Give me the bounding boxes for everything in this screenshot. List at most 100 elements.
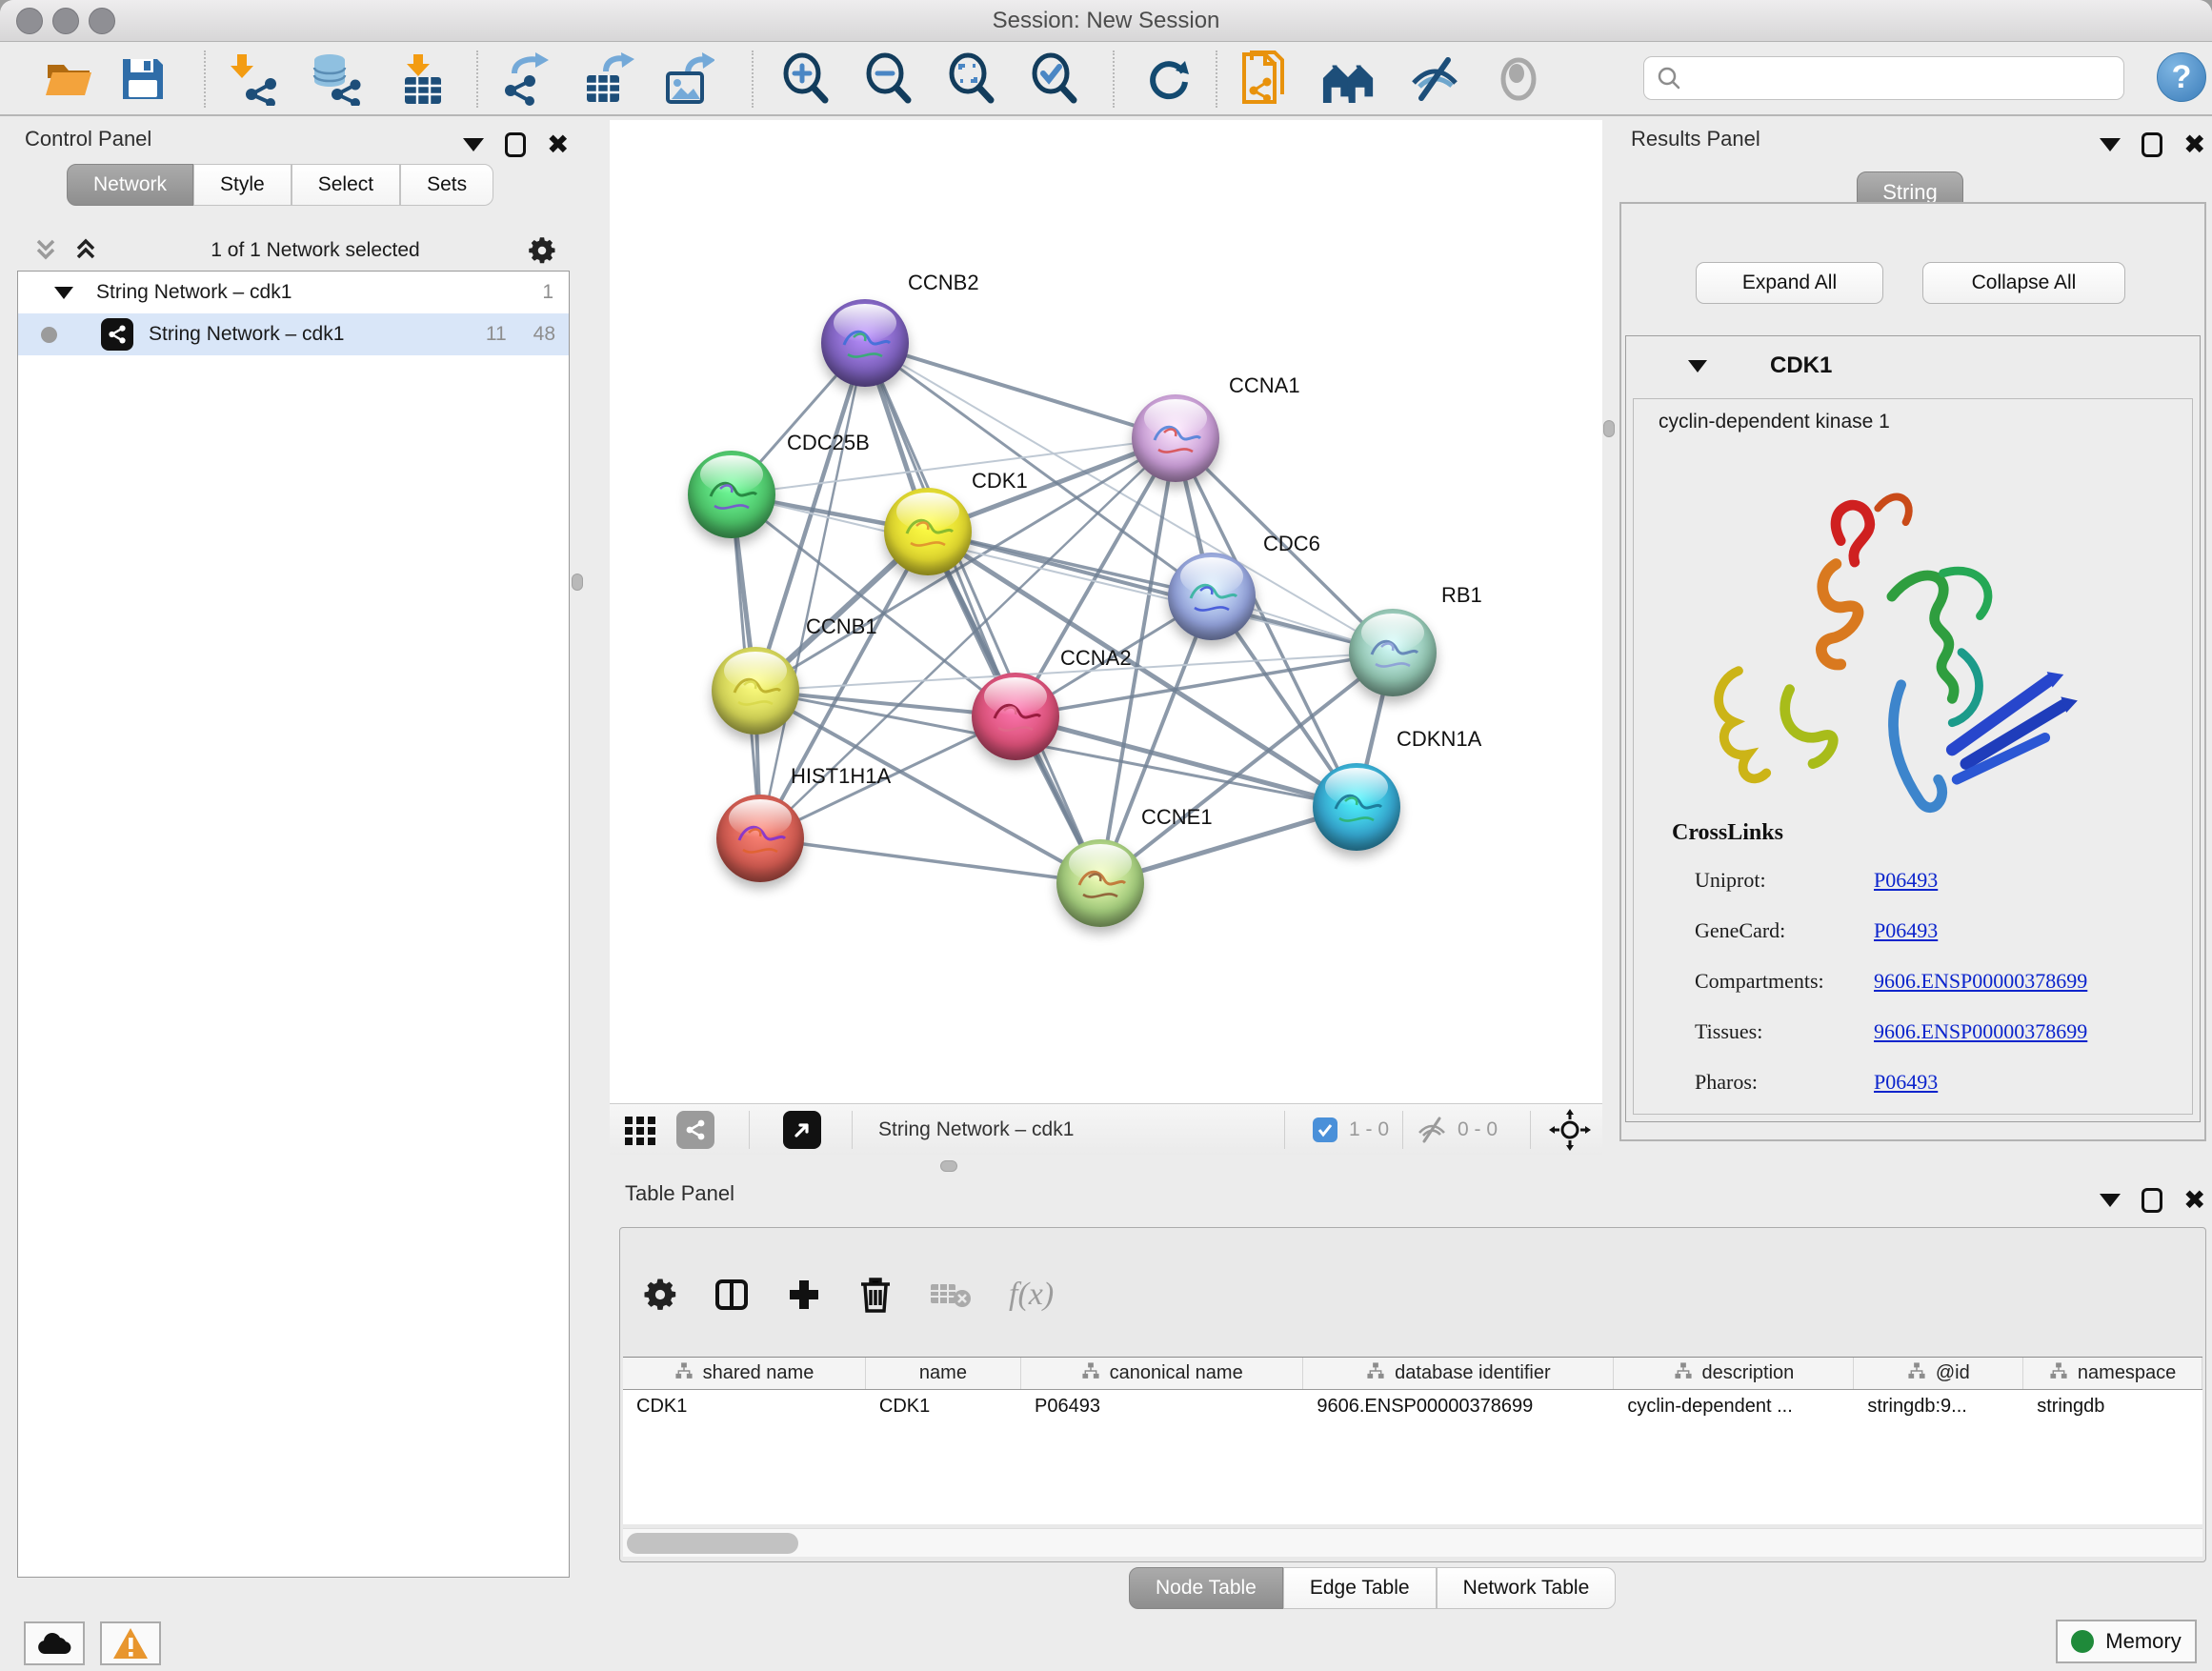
fit-content-button[interactable]	[1549, 1104, 1591, 1156]
crosslink-link[interactable]: P06493	[1874, 1070, 1938, 1095]
crosslink-link[interactable]: P06493	[1874, 918, 1938, 943]
tab-sets[interactable]: Sets	[400, 164, 493, 206]
hide-graphics-button[interactable]	[1407, 51, 1462, 107]
cloud-status-button[interactable]	[24, 1621, 85, 1665]
zoom-in-button[interactable]	[778, 51, 834, 107]
export-table-button[interactable]	[580, 51, 635, 107]
close-panel-icon[interactable]: ✖	[547, 131, 569, 158]
crosslink-link[interactable]: P06493	[1874, 868, 1938, 893]
network-edge-HIST1H1A-CCNE1[interactable]	[760, 838, 1100, 883]
delete-table-icon[interactable]	[929, 1278, 973, 1311]
network-edge-CDK1-RB1[interactable]	[928, 532, 1393, 653]
column-header-namespace[interactable]: namespace	[2023, 1358, 2202, 1389]
network-options-gear-icon[interactable]	[528, 236, 556, 265]
memory-button[interactable]: Memory	[2056, 1620, 2197, 1663]
network-node-CCNE1[interactable]	[1056, 839, 1144, 927]
entry-expander-icon[interactable]	[1688, 360, 1707, 372]
left-splitter-grip[interactable]	[572, 574, 583, 591]
network-node-CCNB2[interactable]	[821, 299, 909, 387]
network-node-CDC6[interactable]	[1168, 553, 1256, 640]
node-result-header[interactable]: CDK1	[1625, 335, 2201, 396]
collapse-all-chevrons-icon[interactable]	[70, 237, 103, 264]
network-node-CDK1[interactable]	[884, 488, 972, 575]
right-splitter-grip[interactable]	[1603, 420, 1615, 437]
bottom-splitter-grip[interactable]	[940, 1160, 957, 1172]
help-button[interactable]: ?	[2157, 52, 2206, 102]
delete-column-icon[interactable]	[858, 1276, 893, 1314]
show-columns-icon[interactable]	[714, 1277, 750, 1313]
show-graphics-button[interactable]	[1491, 51, 1546, 107]
network-node-RB1[interactable]	[1349, 609, 1437, 696]
import-network-file-button[interactable]	[225, 51, 280, 107]
string-home-button[interactable]	[1321, 51, 1377, 107]
tab-network[interactable]: Network	[67, 164, 193, 206]
function-builder-icon[interactable]: f(x)	[1009, 1277, 1054, 1313]
network-node-CCNB1[interactable]	[712, 647, 799, 735]
add-column-icon[interactable]	[786, 1277, 822, 1313]
close-panel-icon[interactable]: ✖	[2183, 1187, 2205, 1214]
network-node-CCNA1[interactable]	[1132, 394, 1219, 482]
close-panel-icon[interactable]: ✖	[2183, 131, 2205, 158]
column-header-description[interactable]: description	[1614, 1358, 1854, 1389]
collapse-panel-icon[interactable]	[463, 138, 484, 151]
search-field[interactable]	[1643, 56, 2124, 100]
tab-network-table[interactable]: Network Table	[1437, 1567, 1617, 1609]
network-documents-button[interactable]	[1237, 51, 1292, 107]
save-session-button[interactable]	[115, 51, 171, 107]
column-header-shared-name[interactable]: shared name	[623, 1358, 866, 1389]
warning-status-button[interactable]	[100, 1621, 161, 1665]
column-header-name[interactable]: name	[866, 1358, 1021, 1389]
collapse-panel-icon[interactable]	[2100, 138, 2121, 151]
table-options-gear-icon[interactable]	[643, 1278, 677, 1312]
network-collection-row[interactable]: String Network – cdk1 1	[18, 272, 569, 313]
hidden-counts: 0 - 0	[1458, 1118, 1498, 1141]
column-header-database-identifier[interactable]: database identifier	[1303, 1358, 1614, 1389]
zoom-fit-button[interactable]	[944, 51, 999, 107]
network-node-CCNA2[interactable]	[972, 673, 1059, 760]
collection-expander-icon[interactable]	[54, 287, 73, 299]
float-panel-icon[interactable]	[505, 132, 526, 157]
refresh-button[interactable]	[1139, 51, 1195, 107]
network-edge-CCNB2-CCNE1[interactable]	[865, 343, 1100, 883]
collapse-panel-icon[interactable]	[2100, 1194, 2121, 1207]
column-header-canonical-name[interactable]: canonical name	[1021, 1358, 1303, 1389]
zoom-selected-button[interactable]	[1027, 51, 1082, 107]
float-panel-icon[interactable]	[2142, 1188, 2162, 1213]
tab-node-table[interactable]: Node Table	[1129, 1567, 1283, 1609]
export-network-button[interactable]	[498, 51, 553, 107]
network-edge-CCNB2-CCNA1[interactable]	[865, 343, 1176, 438]
network-canvas[interactable]: CCNB2 CCNA1 CDC25B CDK1 CDC6 RB1 CCNB1 C…	[610, 120, 1602, 1103]
network-node-CDKN1A[interactable]	[1313, 763, 1400, 851]
table-row[interactable]: CDK1CDK1P064939606.ENSP00000378699cyclin…	[623, 1390, 2202, 1426]
crosslink-label: Uniprot:	[1695, 868, 1766, 892]
import-network-database-button[interactable]	[308, 51, 363, 107]
hidden-indicator[interactable]: 0 - 0	[1416, 1104, 1498, 1156]
selected-indicator[interactable]: 1 - 0	[1313, 1104, 1389, 1156]
documents-network-icon	[1237, 50, 1292, 108]
scrollbar-thumb[interactable]	[627, 1533, 798, 1554]
table-horizontal-scrollbar[interactable]	[623, 1528, 2202, 1557]
float-panel-icon[interactable]	[2142, 132, 2162, 157]
import-table-button[interactable]	[395, 51, 451, 107]
network-badge-button[interactable]	[676, 1104, 714, 1156]
tab-select[interactable]: Select	[292, 164, 400, 206]
show-grid-button[interactable]	[621, 1104, 659, 1156]
open-session-button[interactable]	[41, 51, 96, 107]
birds-eye-view-button[interactable]	[783, 1104, 821, 1156]
export-image-button[interactable]	[660, 51, 715, 107]
zoom-out-button[interactable]	[861, 51, 916, 107]
crosslink-link[interactable]: 9606.ENSP00000378699	[1874, 1019, 2087, 1044]
expand-all-chevrons-icon[interactable]	[30, 237, 63, 264]
collapse-all-button[interactable]: Collapse All	[1922, 262, 2125, 304]
network-node-HIST1H1A[interactable]	[716, 795, 804, 882]
table-cell: stringdb:9...	[1854, 1390, 2023, 1426]
expand-all-button[interactable]: Expand All	[1696, 262, 1883, 304]
network-node-CDC25B[interactable]	[688, 451, 775, 538]
tab-edge-table[interactable]: Edge Table	[1283, 1567, 1437, 1609]
tab-style[interactable]: Style	[193, 164, 292, 206]
results-panel-title: Results Panel	[1631, 127, 1760, 151]
search-input[interactable]	[1682, 68, 2092, 90]
crosslink-link[interactable]: 9606.ENSP00000378699	[1874, 969, 2087, 994]
network-row[interactable]: String Network – cdk1 11 48	[18, 313, 569, 355]
column-header-@id[interactable]: @id	[1854, 1358, 2023, 1389]
